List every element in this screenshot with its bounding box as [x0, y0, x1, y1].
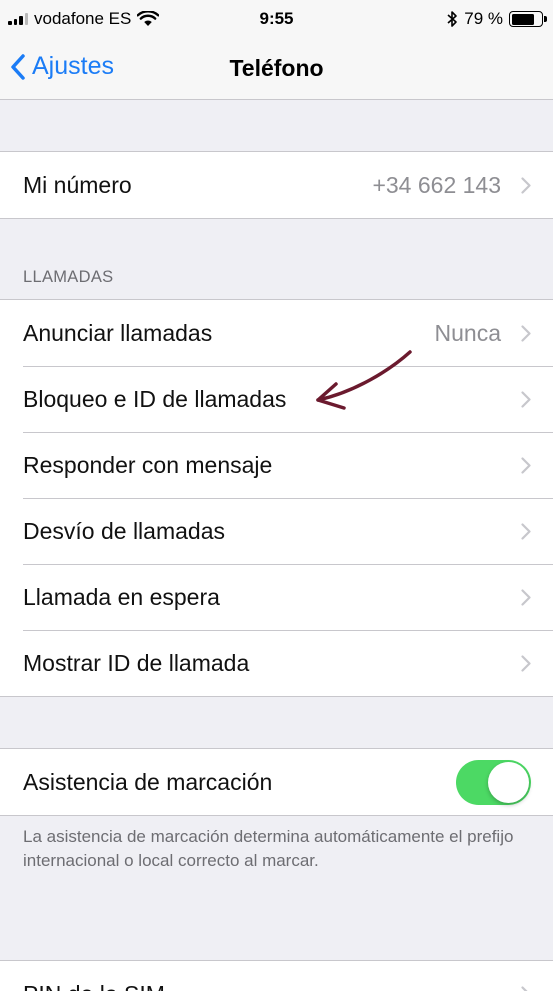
status-right: 79 %	[446, 9, 547, 29]
calls-group: Anunciar llamadas Nunca Bloqueo e ID de …	[0, 299, 553, 697]
call-waiting-row[interactable]: Llamada en espera	[0, 564, 553, 630]
phone-settings-screen: vodafone ES 9:55 79 % Ajustes Teléfono M…	[0, 0, 553, 991]
my-number-group: Mi número +34 662 143	[0, 151, 553, 219]
my-number-label: Mi número	[23, 171, 132, 198]
battery-icon	[509, 11, 547, 27]
section-header-calls: LLAMADAS	[23, 268, 114, 286]
chevron-right-icon	[521, 325, 531, 342]
row-label: Responder con mensaje	[23, 451, 273, 478]
toggle-knob	[488, 762, 529, 803]
bluetooth-icon	[447, 11, 458, 27]
battery-percent: 79 %	[464, 9, 503, 28]
row-label: Anunciar llamadas	[23, 319, 213, 346]
dial-assist-label: Asistencia de marcación	[23, 768, 273, 795]
sim-pin-row[interactable]: PIN de la SIM	[0, 961, 553, 991]
dial-assist-group: Asistencia de marcación	[0, 748, 553, 816]
sim-pin-label: PIN de la SIM	[23, 981, 165, 991]
dial-assist-toggle[interactable]	[456, 760, 531, 805]
call-forwarding-row[interactable]: Desvío de llamadas	[0, 498, 553, 564]
row-label: Desvío de llamadas	[23, 517, 225, 544]
dial-assist-footer: La asistencia de marcación determina aut…	[23, 827, 514, 870]
my-number-value: +34 662 143	[372, 171, 501, 198]
navigation-bar: Ajustes Teléfono	[0, 40, 553, 100]
reply-with-message-row[interactable]: Responder con mensaje	[0, 432, 553, 498]
show-caller-id-row[interactable]: Mostrar ID de llamada	[0, 630, 553, 696]
chevron-right-icon	[521, 177, 531, 194]
dial-assist-row: Asistencia de marcación	[0, 749, 553, 815]
chevron-right-icon	[521, 655, 531, 672]
page-title: Teléfono	[229, 55, 324, 81]
row-label: Bloqueo e ID de llamadas	[23, 385, 287, 412]
chevron-right-icon	[521, 457, 531, 474]
annotation-arrow-icon	[316, 350, 412, 410]
my-number-row[interactable]: Mi número +34 662 143	[0, 152, 553, 218]
status-bar: vodafone ES 9:55 79 %	[0, 0, 553, 40]
chevron-right-icon	[521, 391, 531, 408]
chevron-right-icon	[521, 986, 528, 991]
sim-pin-group: PIN de la SIM	[0, 960, 553, 991]
chevron-right-icon	[521, 589, 531, 606]
row-label: Llamada en espera	[23, 583, 220, 610]
call-blocking-row[interactable]: Bloqueo e ID de llamadas	[0, 366, 553, 432]
announce-calls-value: Nunca	[434, 319, 501, 346]
chevron-right-icon	[521, 523, 531, 540]
row-label: Mostrar ID de llamada	[23, 649, 250, 676]
announce-calls-row[interactable]: Anunciar llamadas Nunca	[0, 300, 553, 366]
